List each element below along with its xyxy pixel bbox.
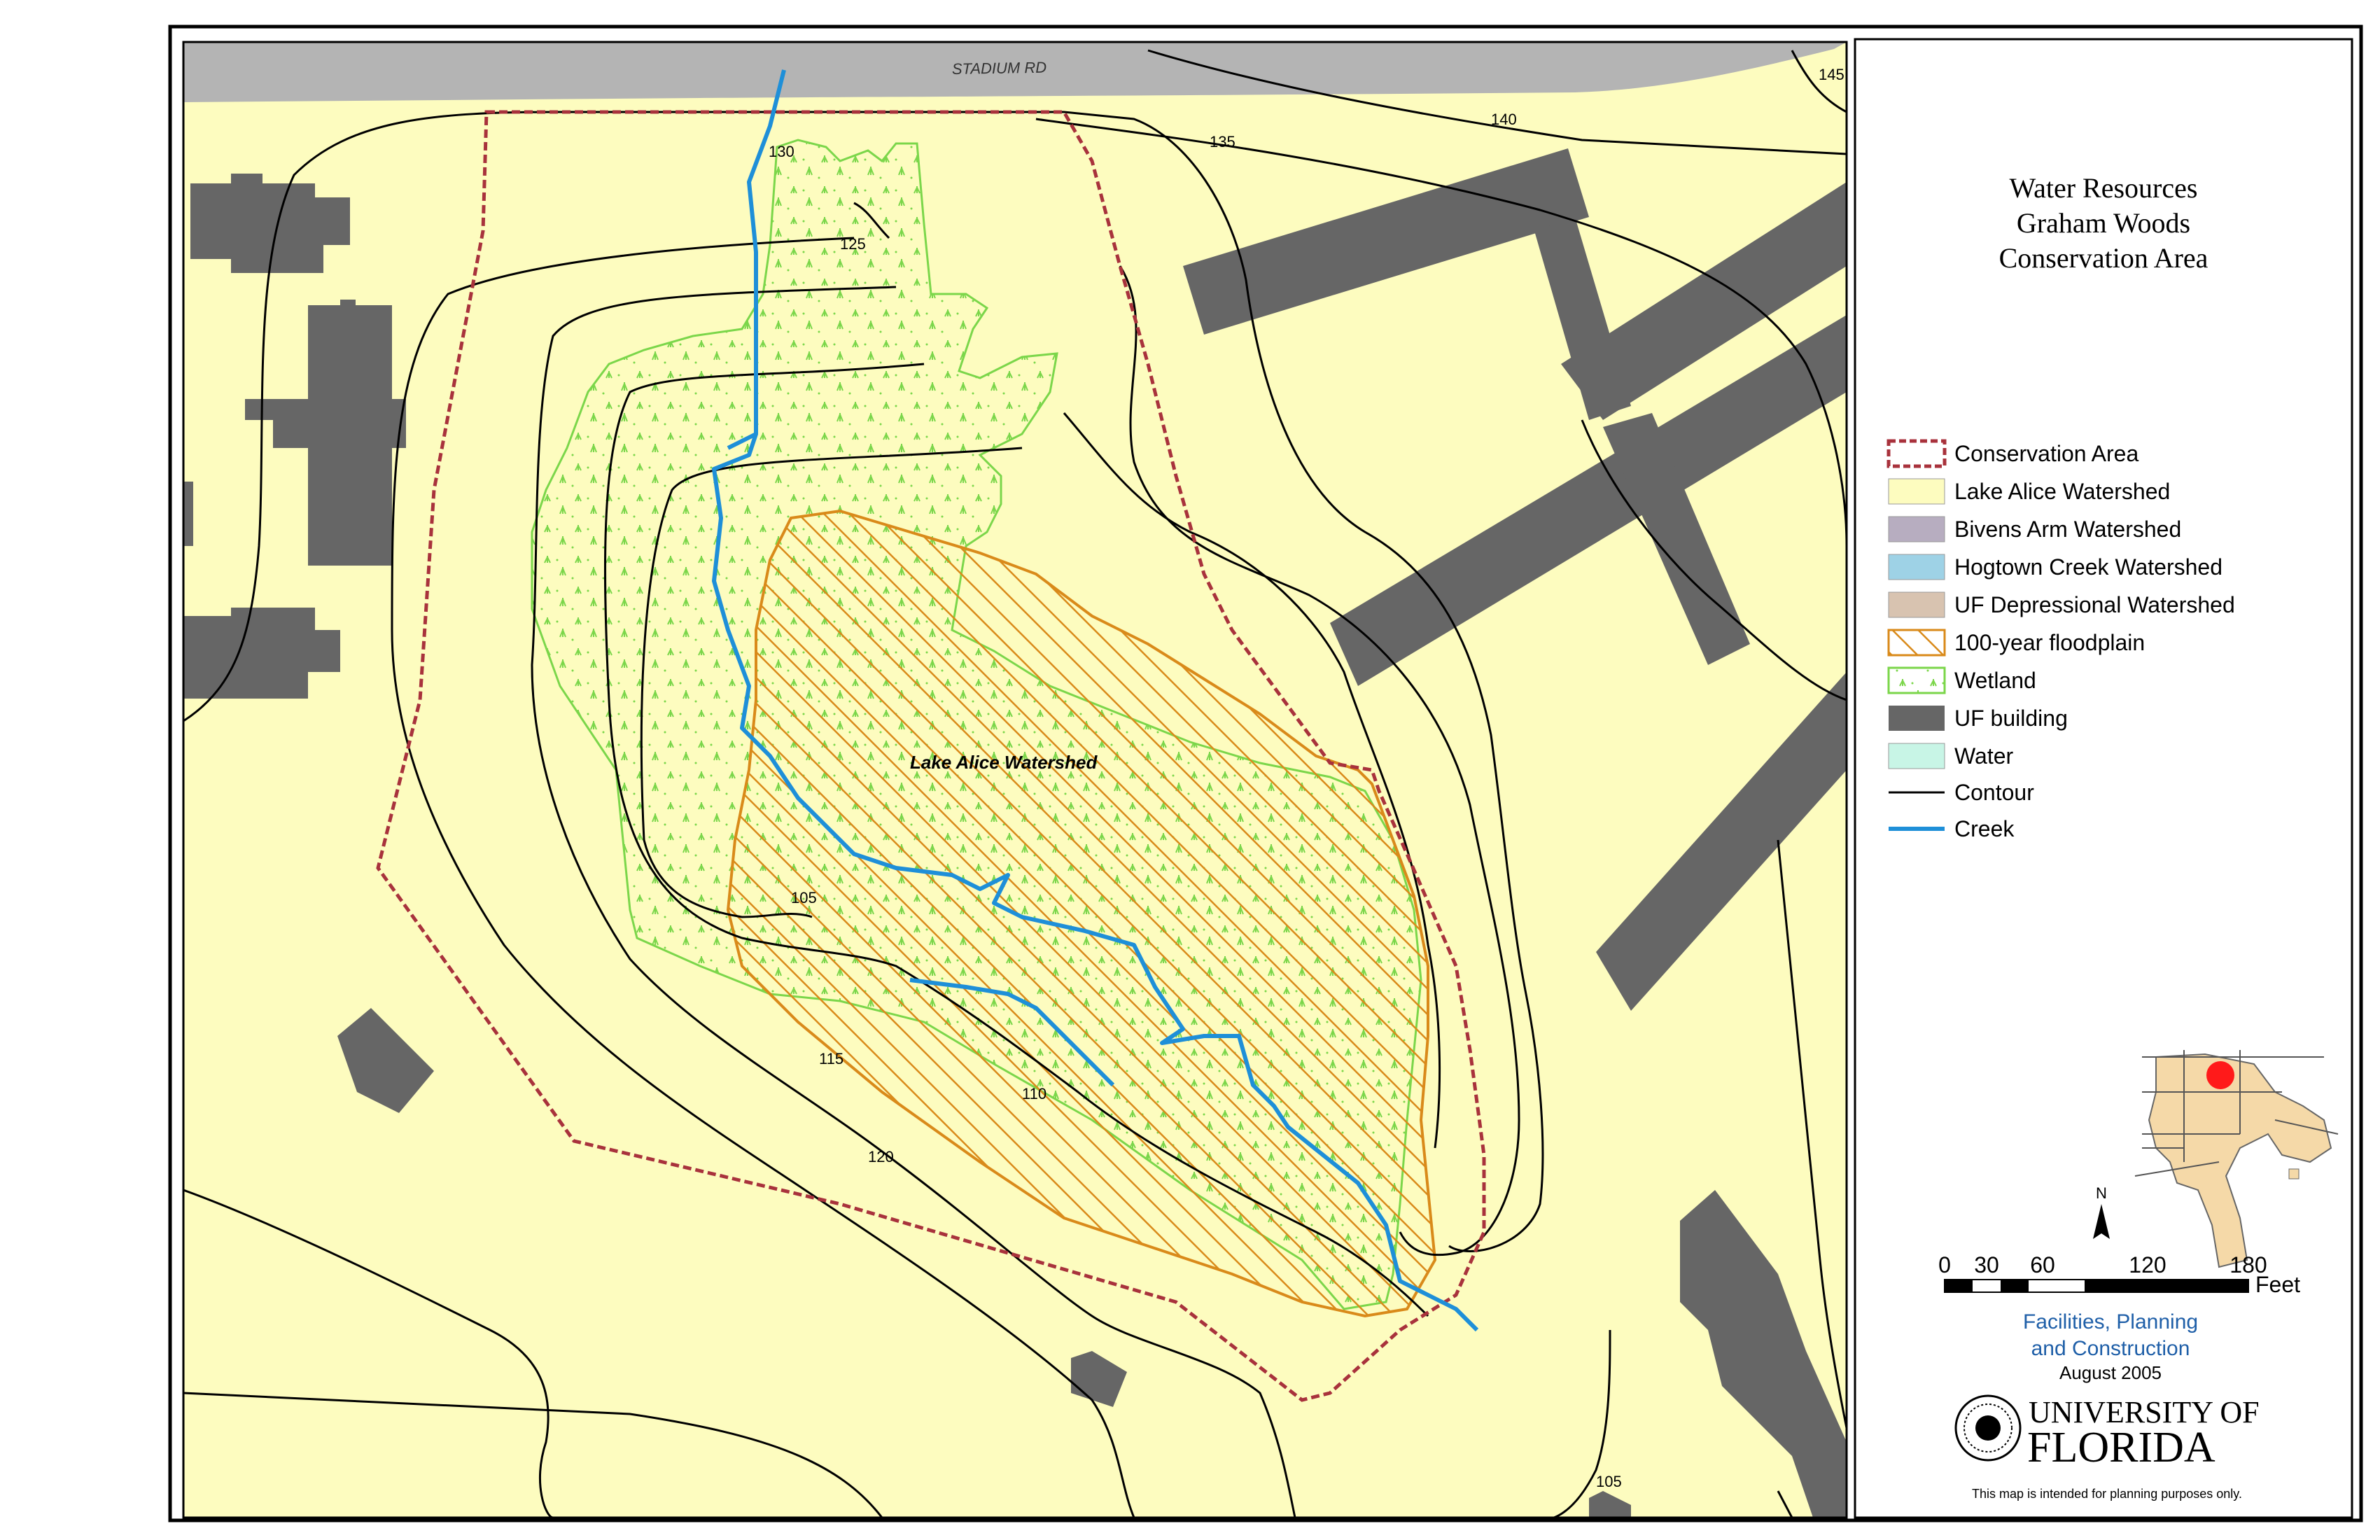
legend-label: Wetland (1954, 668, 2036, 693)
contour-label: 145 (1819, 66, 1844, 83)
contour-label: 135 (1210, 133, 1236, 150)
legend-swatch-wetland (1887, 666, 1946, 694)
scale-tick: 30 (1974, 1252, 1999, 1278)
legend-label: Creek (1954, 816, 2015, 841)
disclaimer-text: This map is intended for planning purpos… (1972, 1487, 2242, 1501)
map-info-panel: Water Resources Graham Woods Conservatio… (1854, 38, 2353, 1519)
contour-label: 130 (769, 143, 794, 160)
scale-tick: 120 (2129, 1252, 2166, 1278)
contour-label: 115 (819, 1050, 844, 1068)
legend-swatch-bivens-arm (1888, 516, 1945, 542)
legend-label: 100-year floodplain (1954, 630, 2145, 655)
legend-label: Conservation Area (1954, 441, 2138, 466)
dept-line: Facilities, Planning (2023, 1310, 2198, 1334)
map-title-line: Water Resources (2010, 172, 2198, 204)
legend-swatch-uf-building (1889, 706, 1945, 731)
scale-tick: 0 (1938, 1252, 1951, 1278)
scale-tick: 60 (2030, 1252, 2055, 1278)
legend-label: UF building (1954, 706, 2068, 731)
contour-label: 105 (791, 889, 817, 906)
watershed-label: Lake Alice Watershed (910, 752, 1098, 773)
locator-marker (2206, 1061, 2234, 1089)
scale-unit: Feet (2255, 1272, 2300, 1297)
legend-swatch-hogtown-creek (1888, 554, 1945, 580)
legend-swatch-uf-depressional (1888, 592, 1945, 618)
legend-label: Bivens Arm Watershed (1954, 517, 2181, 542)
dept-line: and Construction (2031, 1337, 2190, 1360)
north-label: N (2096, 1184, 2107, 1202)
legend-label: Water (1954, 743, 2014, 769)
contour-label: 125 (840, 235, 866, 253)
map-date: August 2005 (2059, 1362, 2162, 1383)
legend-label: Hogtown Creek Watershed (1954, 554, 2222, 580)
contour-label: 140 (1491, 111, 1517, 128)
contour-label: 120 (868, 1148, 894, 1166)
legend-swatch-floodplain (1887, 629, 1946, 657)
map-frame: STADIUM RD 145 140 135 130 125 105 115 1… (183, 42, 1847, 1518)
uf-building (183, 482, 193, 546)
legend-label: Lake Alice Watershed (1954, 479, 2170, 504)
legend-label: UF Depressional Watershed (1954, 592, 2235, 617)
map-sheet: STADIUM RD 145 140 135 130 125 105 115 1… (168, 24, 2363, 1522)
legend-label: Contour (1954, 780, 2034, 805)
road-label: STADIUM RD (952, 59, 1047, 78)
contour-label: 105 (1596, 1473, 1622, 1490)
legend-swatch-lake-alice (1888, 478, 1945, 505)
map-title-line: Conservation Area (1999, 242, 2208, 274)
legend-swatch-water (1888, 743, 1945, 769)
contour-label: 110 (1022, 1085, 1046, 1102)
map-title-line: Graham Woods (2017, 207, 2190, 239)
legend-swatch-conservation (1886, 439, 1947, 468)
university-name-bottom: FLORIDA (2027, 1424, 2216, 1471)
